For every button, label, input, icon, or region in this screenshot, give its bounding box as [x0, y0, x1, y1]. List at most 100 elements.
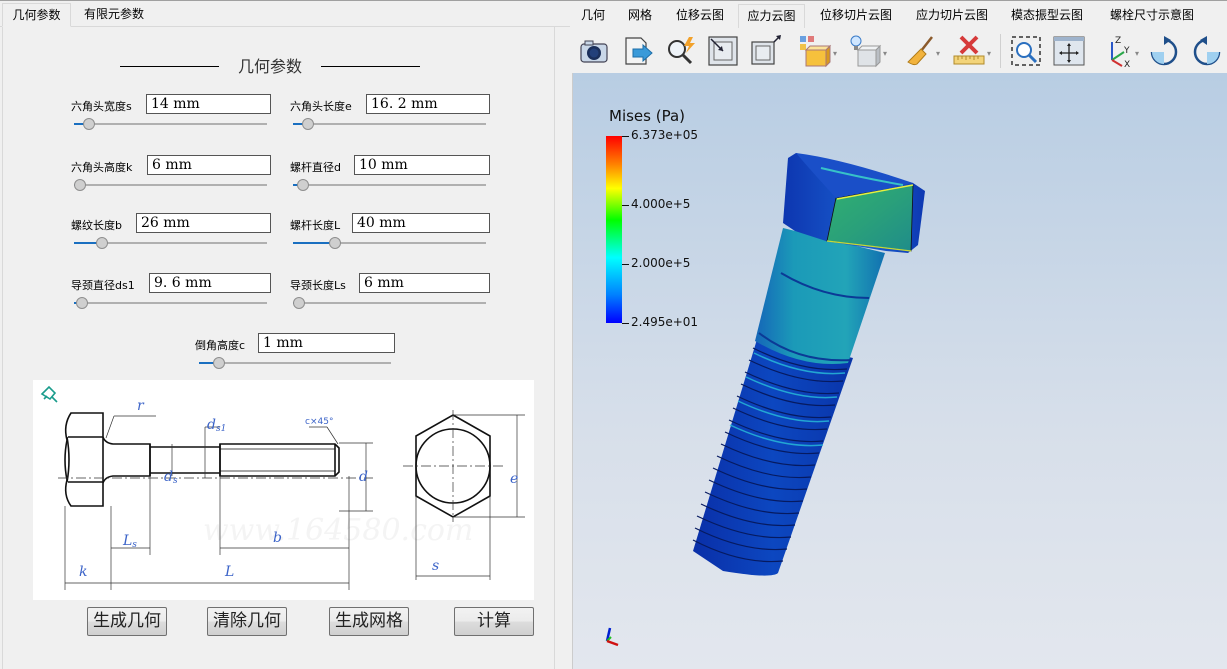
label-L: L — [224, 564, 234, 580]
dimension-lines — [64, 415, 373, 590]
left-tab-bar: 几何参数 有限元参数 — [0, 1, 570, 27]
param-label: 六角头高度k — [71, 161, 133, 174]
shank-length-L-slider[interactable] — [293, 237, 486, 249]
slider-handle[interactable] — [213, 357, 226, 369]
hex-height-k-input[interactable]: 6 mm — [147, 155, 271, 175]
results-panel: 几何 网格 位移云图 应力云图 位移切片云图 应力切片云图 模态振型云图 螺栓尺… — [570, 1, 1227, 669]
param-label: 螺杆直径d — [290, 161, 341, 174]
end-view-dimensions — [403, 410, 525, 580]
param-label: 导颈直径ds1 — [71, 279, 135, 292]
shank-diameter-d-input[interactable]: 10 mm — [354, 155, 490, 175]
slider-fill — [293, 242, 332, 244]
chevron-down-icon[interactable]: ▾ — [1135, 49, 1139, 58]
chevron-down-icon[interactable]: ▾ — [883, 49, 887, 58]
representation-icon[interactable] — [798, 34, 832, 68]
quick-find-icon[interactable] — [664, 34, 698, 68]
tab-stress-contour[interactable]: 应力云图 — [738, 4, 805, 28]
param-label: 螺纹长度b — [71, 219, 122, 232]
slider-handle[interactable] — [83, 118, 96, 130]
measure-icon[interactable] — [952, 34, 986, 68]
hex-height-k-slider[interactable] — [74, 179, 267, 191]
param-label: 螺杆长度L — [290, 219, 341, 232]
axes-icon[interactable]: ZYX — [1104, 34, 1138, 70]
tab-geometry[interactable]: 几何 — [578, 4, 608, 28]
camera-icon[interactable] — [577, 34, 611, 68]
compute-button[interactable]: 计算 — [454, 607, 534, 636]
param-label: 导颈长度Ls — [290, 279, 346, 292]
tab-fem-params[interactable]: 有限元参数 — [72, 3, 156, 27]
generate-mesh-button[interactable]: 生成网格 — [329, 607, 409, 636]
tab-stress-slice[interactable]: 应力切片云图 — [912, 4, 992, 28]
zoom-out-box-icon[interactable] — [748, 34, 782, 68]
slider-track — [74, 123, 267, 125]
svg-text:Y: Y — [1123, 46, 1130, 56]
zoom-region-icon[interactable] — [1009, 34, 1043, 68]
slider-handle[interactable] — [296, 179, 309, 191]
neck-diameter-ds1-input[interactable]: 9. 6 mm — [149, 273, 271, 293]
chevron-down-icon[interactable]: ▾ — [833, 49, 837, 58]
tab-bolt-dimension-sketch[interactable]: 螺栓尺寸示意图 — [1104, 4, 1200, 28]
slider-handle[interactable] — [293, 297, 305, 309]
3d-render-viewport[interactable]: Mises (Pa) 6.373e+05 4.000e+5 2.000e+5 2… — [572, 73, 1227, 669]
label-d: d — [359, 469, 368, 485]
hex-width-s-slider[interactable] — [74, 118, 267, 130]
label-r: r — [137, 398, 145, 414]
orientation-axes-icon — [605, 627, 619, 647]
slider-track — [74, 184, 267, 186]
chevron-down-icon[interactable]: ▾ — [936, 49, 940, 58]
svg-text:X: X — [1124, 60, 1130, 68]
chamfer-height-c-input[interactable]: 1 mm — [258, 333, 395, 353]
title-rule-left — [120, 66, 219, 67]
neck-diameter-ds1-slider[interactable] — [74, 297, 267, 309]
tab-geometry-params[interactable]: 几何参数 — [2, 3, 71, 27]
app-window: 几何参数 有限元参数 几何参数 六角头宽度s 14 mm 六角头长度e 16. … — [0, 0, 1227, 669]
parameter-panel: 几何参数 有限元参数 几何参数 六角头宽度s 14 mm 六角头长度e 16. … — [0, 1, 570, 669]
tab-displacement-slice[interactable]: 位移切片云图 — [816, 4, 896, 28]
slider-handle[interactable] — [74, 179, 86, 191]
bolt-side-view — [64, 412, 340, 507]
slider-track — [74, 302, 267, 304]
neck-length-Ls-slider[interactable] — [293, 297, 486, 309]
neck-length-Ls-input[interactable]: 6 mm — [359, 273, 490, 293]
generate-geometry-button[interactable]: 生成几何 — [87, 607, 167, 636]
hex-width-s-input[interactable]: 14 mm — [146, 94, 271, 114]
label-b: b — [273, 530, 282, 546]
slider-handle[interactable] — [329, 237, 342, 249]
tab-displacement-contour[interactable]: 位移云图 — [672, 4, 728, 28]
bolt-drawing: www.164580.com r ds1 ds d e Ls b k L s c… — [40, 385, 525, 590]
pin-icon[interactable] — [40, 385, 58, 403]
tab-modal-shape[interactable]: 模态振型云图 — [1007, 4, 1087, 28]
hex-length-e-slider[interactable] — [293, 118, 486, 130]
zoom-in-box-icon[interactable] — [706, 34, 740, 68]
label-k: k — [79, 564, 87, 580]
label-s: s — [432, 558, 439, 574]
param-label: 六角头长度e — [290, 100, 352, 113]
param-label: 倒角高度c — [195, 339, 246, 352]
export-icon[interactable] — [621, 34, 655, 68]
rotate-ccw-icon[interactable] — [1190, 34, 1224, 68]
tab-mesh[interactable]: 网格 — [624, 4, 656, 28]
clear-icon[interactable] — [904, 34, 938, 68]
lighting-icon[interactable] — [848, 34, 882, 68]
slider-handle[interactable] — [302, 118, 315, 130]
thread-length-b-slider[interactable] — [74, 237, 267, 249]
shank-diameter-d-slider[interactable] — [293, 179, 486, 191]
view-toolbar: ▾ ▾ ▾ ▾ ZYX ▾ — [570, 29, 1227, 73]
label-e: e — [510, 471, 518, 487]
thread-length-b-input[interactable]: 26 mm — [136, 213, 271, 233]
chamfer-height-c-slider[interactable] — [199, 357, 391, 369]
clear-geometry-button[interactable]: 清除几何 — [207, 607, 287, 636]
chevron-down-icon[interactable]: ▾ — [987, 49, 991, 58]
section-title: 几何参数 — [120, 53, 420, 77]
shank-length-L-input[interactable]: 40 mm — [352, 213, 490, 233]
slider-handle[interactable] — [75, 297, 88, 309]
fit-view-icon[interactable] — [1052, 34, 1086, 68]
label-ds: ds — [164, 469, 178, 486]
slider-handle[interactable] — [95, 237, 108, 249]
label-chamfer: c×45° — [305, 417, 333, 427]
bolt-dimension-diagram: www.164580.com r ds1 ds d e Ls b k L s c… — [33, 380, 534, 600]
slider-track — [293, 184, 486, 186]
watermark: www.164580.com — [203, 513, 473, 548]
rotate-cw-icon[interactable] — [1147, 34, 1181, 68]
hex-length-e-input[interactable]: 16. 2 mm — [366, 94, 490, 114]
